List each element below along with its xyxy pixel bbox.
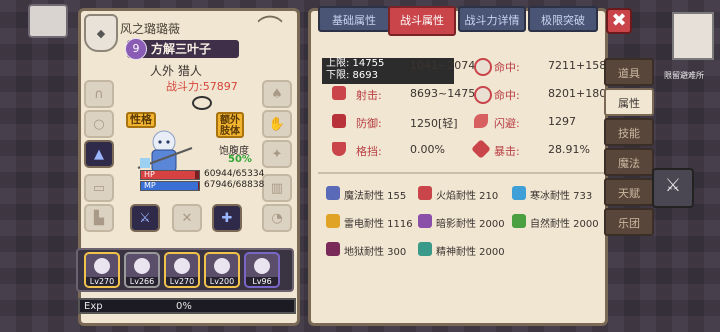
equip-slot-accessory[interactable]: ◔ [262, 204, 292, 232]
tab-limit-break[interactable]: 极限突破 [528, 6, 598, 32]
equip-slot-neck[interactable]: ○ [84, 110, 114, 138]
exp-label: Exp [84, 301, 103, 312]
party-member-level: Lv200 [206, 277, 238, 286]
party-member-portrait [134, 258, 150, 274]
race-class: 人外 猎人 [150, 64, 202, 78]
resistance-value: 雷电耐性 1116 [344, 219, 413, 230]
satiety-value: 50% [228, 154, 252, 165]
side-menu-item[interactable]: 技能 [604, 118, 654, 146]
personality-button[interactable]: 性格 [126, 112, 156, 128]
accuracy-icon [474, 58, 492, 76]
mp-bar: MP [140, 181, 200, 191]
equip-slot-weapon[interactable]: ⚔ [130, 204, 160, 232]
party-member[interactable]: Lv270 [164, 252, 200, 288]
party-member[interactable]: Lv96 [244, 252, 280, 288]
player-avatar[interactable] [28, 4, 68, 38]
minimap[interactable] [672, 12, 714, 60]
crit-label: 暴击: [494, 145, 520, 158]
resistance-icon [418, 214, 432, 228]
side-menu-item[interactable]: 魔法 [604, 148, 654, 176]
side-menu-item[interactable]: 乐团 [604, 208, 654, 236]
defense-label: 防御: [356, 117, 382, 130]
party-member-level: Lv270 [166, 277, 198, 286]
section-divider [318, 172, 604, 174]
resistance-value: 火焰耐性 210 [436, 191, 499, 202]
resistance-icon [512, 214, 526, 228]
crit-value: 28.91% [548, 143, 590, 156]
party-member-portrait [174, 258, 190, 274]
side-menu-item[interactable]: 属性 [604, 88, 654, 116]
tab-power-details[interactable]: 战斗力详情 [458, 6, 526, 32]
extra-body-button[interactable]: 额外 肢体 [216, 112, 244, 138]
side-menu-item[interactable]: 天赋 [604, 178, 654, 206]
resistance-value: 寒冰耐性 733 [530, 191, 593, 202]
resistance-icon [326, 186, 340, 200]
side-menu-item[interactable]: 道具 [604, 58, 654, 86]
party-member-level: Lv266 [126, 277, 158, 286]
block-icon [332, 142, 346, 156]
equip-slot-legs[interactable]: ▥ [262, 174, 292, 202]
party-member-portrait [254, 258, 270, 274]
equip-slot-boots[interactable]: ▙ [84, 204, 114, 232]
resistance-value: 暗影耐性 2000 [436, 219, 505, 230]
dodge-icon [474, 114, 488, 128]
exp-value: 0% [176, 301, 192, 312]
block-label: 格挡: [356, 145, 382, 158]
equip-slot-offhand[interactable]: ✕ [172, 204, 202, 232]
map-label: 限留避难所 [664, 71, 704, 80]
equip-slot-cape[interactable]: ♠ [262, 80, 292, 108]
party-member[interactable]: Lv200 [204, 252, 240, 288]
wardrobe-hanger-icon[interactable]: ⌒ [252, 12, 288, 45]
hit-label: 命中: [494, 61, 520, 74]
resistance-value: 魔法耐性 155 [344, 191, 407, 202]
exp-bar: Exp 0% [78, 298, 296, 314]
attribute-panel [308, 8, 608, 326]
resistance-value: 地狱耐性 300 [344, 247, 407, 258]
shoot-value: 8693~14755 [410, 87, 483, 100]
party-member[interactable]: Lv266 [124, 252, 160, 288]
crest-icon: ◆ [84, 14, 118, 52]
character-title: 风之璐璐薇 [120, 22, 181, 36]
attack-value: 1041~2074 [410, 59, 476, 72]
shoot-icon [332, 86, 346, 100]
weapon-shortcut-icon[interactable]: ⚔ [652, 168, 694, 208]
equip-slot-helmet[interactable]: ∩ [84, 80, 114, 108]
equip-slot-gloves[interactable]: ✋ [262, 110, 292, 138]
tab-combat-attributes[interactable]: 战斗属性 [388, 6, 456, 36]
dodge-label: 闪避: [494, 117, 520, 130]
defense-icon [332, 114, 346, 128]
resistance-icon [418, 186, 432, 200]
resistance-icon [326, 242, 340, 256]
power-value: 战斗力:57897 [166, 80, 238, 93]
name-badge: 9 [125, 38, 147, 60]
dodge-value: 1297 [548, 115, 576, 128]
accuracy-icon-2 [474, 86, 492, 104]
mp-text: 67946/68838 [204, 180, 265, 190]
equip-slot-ranged[interactable]: ✚ [212, 204, 242, 232]
party-member-portrait [214, 258, 230, 274]
party-member[interactable]: Lv270 [84, 252, 120, 288]
close-button[interactable]: ✖ [606, 8, 632, 34]
hit2-label: 命中: [494, 89, 520, 102]
party-member-portrait [94, 258, 110, 274]
party-member-level: Lv270 [86, 277, 118, 286]
equip-slot-armor[interactable]: ▲ [84, 140, 114, 168]
hp-bar: HP [140, 170, 200, 180]
resistance-icon [418, 242, 432, 256]
block-value: 0.00% [410, 143, 445, 156]
hp-text: 60944/65334 [204, 169, 265, 179]
resistance-icon [326, 214, 340, 228]
party-member-level: Lv96 [246, 277, 278, 286]
equip-slot-bracer[interactable]: ✦ [262, 140, 292, 168]
equip-slot-belt[interactable]: ▭ [84, 174, 114, 202]
ring-icon [192, 96, 212, 110]
shoot-label: 射击: [356, 89, 382, 102]
tab-basic-attributes[interactable]: 基础属性 [318, 6, 390, 32]
defense-value: 1250[轻] [410, 117, 458, 130]
resistance-icon [512, 186, 526, 200]
resistance-value: 自然耐性 2000 [530, 219, 599, 230]
resistance-value: 精神耐性 2000 [436, 247, 505, 258]
